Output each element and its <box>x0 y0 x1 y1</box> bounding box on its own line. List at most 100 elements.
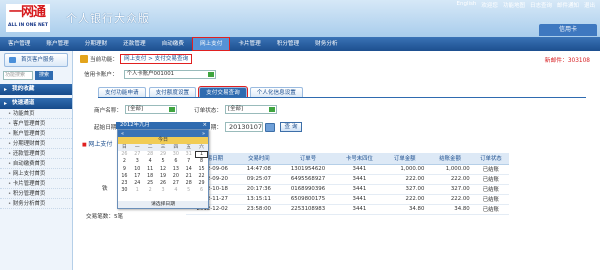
prev-month-button[interactable]: « <box>121 131 124 137</box>
main-nav: 客户管理 账户管理 分期理财 还款管理 自动缴费 网上支付 卡片管理 积分管理 … <box>0 37 600 51</box>
nav-item[interactable]: 财务分析 <box>307 37 345 51</box>
sidebar-item[interactable]: 积分管理首页 <box>0 189 72 199</box>
calendar-day[interactable]: 14 <box>182 166 195 173</box>
calendar-day[interactable]: 8 <box>195 158 208 165</box>
next-month-button[interactable]: » <box>202 131 205 137</box>
top-link[interactable]: 日志查询 <box>529 1 553 9</box>
account-type-tab[interactable]: 信用卡 <box>539 24 597 36</box>
nav-item[interactable]: 账户管理 <box>38 37 76 51</box>
today-button[interactable]: 今日 <box>118 137 208 144</box>
calendar-day[interactable]: 4 <box>169 187 182 194</box>
cell-amount: 327.00 <box>382 184 428 195</box>
calendar-day[interactable]: 6 <box>169 158 182 165</box>
tab-personal-settings[interactable]: 个人化信息设置 <box>249 87 303 97</box>
calendar-day[interactable]: 28 <box>144 151 157 158</box>
sidebar-item[interactable]: 还款管理首页 <box>0 149 72 159</box>
calendar-day[interactable]: 10 <box>131 166 144 173</box>
calendar-day[interactable]: 4 <box>144 158 157 165</box>
top-link[interactable]: 欢迎您 <box>480 1 499 9</box>
calendar-day[interactable]: 29 <box>195 180 208 187</box>
calendar-day[interactable]: 26 <box>157 180 170 187</box>
table-row[interactable]: 2012-09-20 09:25:07 6495568927 3441 222.… <box>186 174 509 185</box>
sidebar-group-quick[interactable]: 快速通道 <box>0 98 72 109</box>
status-select[interactable]: [全部] <box>224 105 277 114</box>
calendar-day[interactable]: 29 <box>157 151 170 158</box>
calendar-day[interactable]: 27 <box>131 151 144 158</box>
calendar-day[interactable]: 18 <box>144 173 157 180</box>
search-input[interactable]: 功能搜索 <box>3 71 33 80</box>
merchant-select[interactable]: [全部] <box>124 105 177 114</box>
table-row[interactable]: 2012-12-02 23:58:00 2253108983 3441 34.8… <box>186 204 509 215</box>
sidebar-item[interactable]: 客户管理首页 <box>0 119 72 129</box>
sidebar-group-favorites[interactable]: 我的收藏 <box>0 84 72 95</box>
customer-service-button[interactable]: 首页客户服务 <box>4 53 68 67</box>
sidebar-item[interactable]: 网上支付首页 <box>0 169 72 179</box>
calendar-day[interactable]: 30 <box>118 187 131 194</box>
calendar-day[interactable]: 6 <box>195 187 208 194</box>
nav-item[interactable]: 还款管理 <box>115 37 153 51</box>
nav-item[interactable]: 分期理财 <box>77 37 115 51</box>
calendar-day[interactable]: 26 <box>118 151 131 158</box>
calendar-day[interactable]: 5 <box>157 158 170 165</box>
calendar-day[interactable]: 23 <box>118 180 131 187</box>
search-button[interactable]: 搜索 <box>35 71 53 80</box>
cell-card: 3441 <box>336 194 383 205</box>
calendar-day[interactable]: 21 <box>182 173 195 180</box>
calendar-day[interactable]: 3 <box>157 187 170 194</box>
sidebar-item[interactable]: 功能首页 <box>0 109 72 119</box>
cell-order: 0168990396 <box>279 184 337 195</box>
calendar-day[interactable]: 24 <box>131 180 144 187</box>
table-row[interactable]: 2012-09-06 14:47:08 1301954620 3441 1,00… <box>186 164 509 175</box>
top-link[interactable]: 邮件通知 <box>556 1 580 9</box>
calendar-day[interactable]: 28 <box>182 180 195 187</box>
nav-item[interactable]: 客户管理 <box>0 37 38 51</box>
calendar-day[interactable]: 13 <box>169 166 182 173</box>
calendar-day[interactable]: 17 <box>131 173 144 180</box>
status-label: 订单状态： <box>194 107 222 114</box>
tab-payment-apply[interactable]: 支付功能申请 <box>98 87 146 97</box>
calendar-day[interactable]: 1 <box>131 187 144 194</box>
calendar-day[interactable]: 31 <box>182 151 195 158</box>
calendar-day[interactable]: 30 <box>169 151 182 158</box>
sidebar-item[interactable]: 卡片管理首页 <box>0 179 72 189</box>
calendar-day[interactable]: 2 <box>144 187 157 194</box>
sidebar-item[interactable]: 自动缴费首页 <box>0 159 72 169</box>
end-date-input[interactable]: 20130107 <box>224 122 263 132</box>
calendar-day[interactable]: 5 <box>182 187 195 194</box>
calendar-day[interactable]: 12 <box>157 166 170 173</box>
calendar-footer[interactable]: 请选择日期 <box>118 201 208 208</box>
close-icon[interactable]: × <box>202 122 207 129</box>
top-link[interactable]: 退出 <box>583 1 596 9</box>
table-row[interactable]: 2012-10-18 20:17:36 0168990396 3441 327.… <box>186 184 509 195</box>
merchant-cell <box>102 171 108 184</box>
sidebar-item[interactable]: 分期理财首页 <box>0 139 72 149</box>
table-row[interactable]: 2012-11-27 13:15:11 6509800175 3441 222.… <box>186 194 509 205</box>
calendar-day[interactable]: 3 <box>131 158 144 165</box>
tab-limit-setting[interactable]: 支付额度设置 <box>148 87 197 97</box>
calendar-day[interactable]: 1 <box>195 151 208 159</box>
top-link[interactable]: 功能地图 <box>502 1 526 9</box>
nav-item-active[interactable]: 网上支付 <box>191 37 231 51</box>
calendar-day[interactable]: 7 <box>182 158 195 165</box>
sidebar-item[interactable]: 账户管理首页 <box>0 129 72 139</box>
calendar-day[interactable]: 9 <box>118 166 131 173</box>
calendar-day[interactable]: 22 <box>195 173 208 180</box>
nav-item[interactable]: 自动缴费 <box>154 37 192 51</box>
calendar-day[interactable]: 11 <box>144 166 157 173</box>
calendar-day[interactable]: 2 <box>118 158 131 165</box>
calendar-day[interactable]: 16 <box>118 173 131 180</box>
nav-item[interactable]: 积分管理 <box>269 37 307 51</box>
nav-item[interactable]: 卡片管理 <box>230 37 268 51</box>
calendar-day[interactable]: 27 <box>169 180 182 187</box>
new-mail-count[interactable]: 新邮件：303108 <box>545 55 590 64</box>
calendar-day[interactable]: 25 <box>144 180 157 187</box>
calendar-icon[interactable] <box>264 122 275 132</box>
calendar-day[interactable]: 19 <box>157 173 170 180</box>
card-account-select[interactable]: 个人卡账户001001 <box>123 69 216 79</box>
calendar-day[interactable]: 15 <box>195 166 208 173</box>
sidebar-item[interactable]: 财务分析首页 <box>0 199 72 209</box>
top-link[interactable]: English <box>456 1 478 9</box>
tab-transaction-query[interactable]: 支付交易查询 <box>198 86 248 98</box>
calendar-day[interactable]: 20 <box>169 173 182 180</box>
query-button[interactable]: 查 询 <box>280 122 302 132</box>
